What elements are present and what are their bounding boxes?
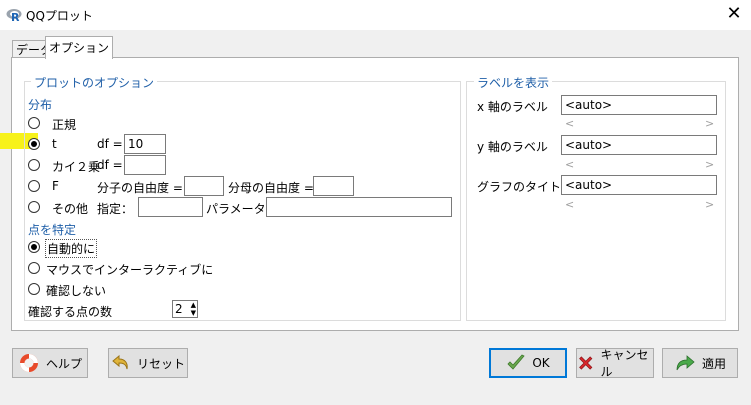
identify-section-title: 点を特定 [28, 223, 77, 237]
forward-arrow-icon [676, 355, 695, 371]
reset-button-label: リセット [136, 356, 185, 371]
f-num-df-label: 分子の自由度 = [97, 181, 183, 195]
radio-identify-auto-label: 自動的に [45, 239, 98, 258]
radio-identify-none[interactable] [28, 283, 40, 295]
x-scroll-left-icon[interactable]: < [565, 117, 574, 130]
other-spec-label: 指定： [97, 202, 134, 216]
radio-f-label: F [52, 179, 59, 193]
num-points-spinner[interactable]: 2 ▲ ▼ [172, 300, 198, 318]
title-bar [0, 0, 751, 30]
t-df-input[interactable]: 10 [124, 134, 166, 154]
radio-f[interactable] [28, 180, 40, 192]
y-scroll-right-icon[interactable]: > [705, 158, 714, 171]
x-scroll-right-icon[interactable]: > [705, 117, 714, 130]
svg-text:R: R [11, 11, 20, 23]
plot-options-title: プロットのオプション [31, 74, 158, 91]
tab-options[interactable]: オプション [45, 36, 114, 59]
radio-identify-mouse[interactable] [28, 262, 40, 274]
ok-button-label: OK [532, 356, 550, 370]
help-button[interactable]: ヘルプ [12, 348, 88, 378]
apply-button[interactable]: 適用 [662, 348, 738, 378]
radio-t[interactable] [28, 138, 40, 150]
graph-title-caption: グラフのタイトル [477, 180, 574, 194]
radio-other-label: その他 [52, 202, 89, 216]
check-icon [507, 354, 525, 370]
radio-t-label: t [52, 137, 57, 151]
y-scroll-left-icon[interactable]: < [565, 158, 574, 171]
y-axis-label-caption: y 軸のラベル [477, 140, 548, 154]
graph-title-input[interactable]: <auto> [561, 175, 717, 195]
title-scroll-left-icon[interactable]: < [565, 198, 574, 211]
f-den-df-input[interactable] [313, 176, 354, 196]
close-button[interactable]: ✕ [722, 3, 746, 25]
radio-normal-label: 正規 [52, 118, 77, 132]
radio-other[interactable] [28, 201, 40, 213]
cancel-button[interactable]: キャンセル [576, 348, 654, 379]
lifebuoy-icon [19, 354, 38, 372]
spin-up-icon[interactable]: ▲ [191, 301, 196, 309]
radio-normal[interactable] [28, 117, 40, 129]
radio-identify-auto[interactable] [28, 241, 40, 253]
other-spec-input[interactable] [138, 197, 203, 217]
help-button-label: ヘルプ [45, 356, 82, 371]
f-num-df-input[interactable] [184, 176, 224, 196]
x-axis-label-input[interactable]: <auto> [561, 95, 717, 115]
num-points-label: 確認する点の数 [28, 305, 113, 319]
radio-identify-none-label: 確認しない [46, 284, 107, 298]
window-title: QQプロット [26, 9, 93, 23]
other-params-input[interactable] [266, 197, 452, 217]
radio-chisq-label: カイ２乗 [52, 160, 101, 174]
spin-down-icon[interactable]: ▼ [191, 309, 196, 317]
chisq-df-label: df = [97, 158, 123, 172]
apply-button-label: 適用 [701, 356, 726, 371]
labels-group-title: ラベルを表示 [474, 74, 553, 91]
cancel-button-label: キャンセル [600, 348, 649, 379]
radio-chisq[interactable] [28, 159, 40, 171]
x-axis-label-caption: x 軸のラベル [477, 100, 548, 114]
y-axis-label-input[interactable]: <auto> [561, 135, 717, 155]
r-logo-icon: R [6, 9, 22, 23]
chisq-df-input[interactable] [124, 155, 166, 175]
x-cross-icon [579, 356, 593, 370]
radio-identify-mouse-label: マウスでインターラクティブに [46, 263, 214, 277]
ok-button[interactable]: OK [489, 348, 567, 378]
undo-arrow-icon [112, 354, 128, 370]
t-df-label: df = [97, 137, 123, 151]
reset-button[interactable]: リセット [108, 348, 188, 378]
distribution-section-title: 分布 [28, 98, 53, 112]
f-den-df-label: 分母の自由度 = [228, 181, 314, 195]
labels-group [466, 81, 726, 321]
title-scroll-right-icon[interactable]: > [705, 198, 714, 211]
num-points-value: 2 [175, 302, 183, 316]
